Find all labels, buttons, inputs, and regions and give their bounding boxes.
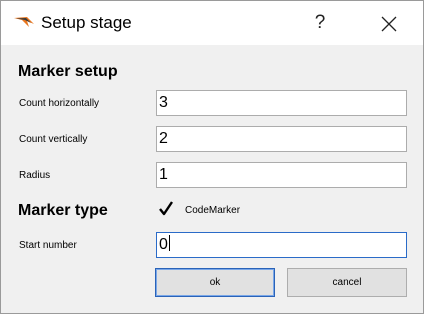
codemarker-checkbox[interactable] [157,200,175,218]
start-number-input[interactable]: 0 [156,232,407,258]
cancel-button[interactable]: cancel [287,268,407,297]
help-button[interactable]: ? [297,5,343,41]
radius-input[interactable]: 1 [156,162,407,188]
start-number-value: 0 [159,236,168,253]
title-bar[interactable]: Setup stage ? [1,1,423,45]
text-caret [168,235,170,251]
count-vertically-label: Count vertically [19,134,88,145]
radius-label: Radius [19,170,51,181]
marker-setup-heading: Marker setup [18,63,118,80]
count-vertically-input[interactable]: 2 [156,126,407,152]
hawk-logo-icon [13,15,35,29]
start-number-label: Start number [19,240,77,251]
codemarker-label: CodeMarker [185,205,241,216]
ok-button[interactable]: ok [155,268,275,297]
close-button[interactable] [366,7,412,41]
count-horizontally-label: Count horizontally [19,98,100,109]
window-title: Setup stage [41,13,132,32]
close-icon [381,16,397,32]
count-horizontally-input[interactable]: 3 [156,90,407,116]
marker-type-heading: Marker type [18,202,108,219]
setup-stage-dialog: Setup stage ? Marker setup Count horizon… [0,0,424,314]
checkmark-icon [159,201,173,216]
